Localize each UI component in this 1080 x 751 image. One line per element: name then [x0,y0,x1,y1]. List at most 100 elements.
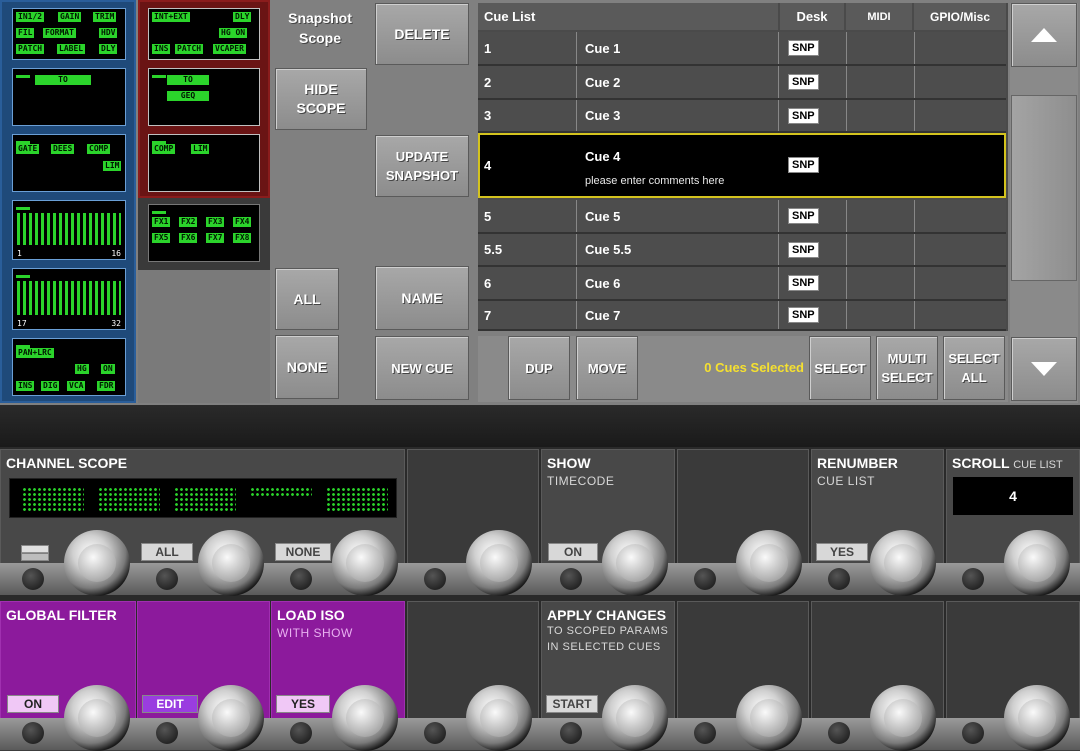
name-button[interactable]: NAME [375,266,469,330]
dynamics-scope[interactable]: GATE DEES COMP LIM [12,134,126,192]
column-divider [846,66,847,98]
fx-scope-column: FX1 FX2 FX3 FX4 FX5 FX6 FX7 FX8 [138,198,270,270]
encoder-knob[interactable] [870,685,936,751]
cue-row[interactable]: 6 Cue 6 SNP [478,267,1006,301]
scope-dots-group [22,487,84,511]
channel-scope-none-button[interactable]: NONE [275,543,331,561]
scroll-up-button[interactable] [1011,3,1077,67]
cue-list-scrollbar[interactable] [1010,3,1078,403]
input-params-scope[interactable]: IN1/2 GAIN TRIM FIL FORMAT HDV PATCH LAB… [12,8,126,60]
encoder-button[interactable] [694,722,716,744]
global-filter-on-button[interactable]: ON [7,695,59,713]
cue-name: Cue 2 [585,74,621,90]
load-iso-encoder[interactable] [332,685,398,751]
channel-scope-encoder[interactable] [64,530,130,596]
channel-scope-none-encoder[interactable] [332,530,398,596]
cue-row[interactable]: 2 Cue 2 SNP [478,66,1006,100]
cue-list-screen: IN1/2 GAIN TRIM FIL FORMAT HDV PATCH LAB… [0,0,1080,405]
dup-button[interactable]: DUP [508,336,570,400]
encoder-button[interactable] [156,722,178,744]
scope-filler [138,270,270,403]
on-label: ON [24,697,42,711]
cue-row-selected[interactable]: 4 Cue 4 please enter comments here SNP [478,133,1006,198]
new-cue-button[interactable]: NEW CUE [375,336,469,400]
encoder-knob[interactable] [1004,685,1070,751]
encoder-button[interactable] [694,568,716,590]
channel-scope-all-button[interactable]: ALL [141,543,193,561]
channels-1-16-scope[interactable]: 1 16 [12,200,126,260]
tag-fil: FIL [16,28,35,38]
scroll-encoder[interactable] [1004,530,1070,596]
multi-select-button[interactable]: MULTI SELECT [876,336,938,400]
renumber-encoder[interactable] [870,530,936,596]
scroll-down-button[interactable] [1011,337,1077,401]
encoder-button[interactable] [22,568,44,590]
cue-row[interactable]: 5 Cue 5 SNP [478,200,1006,234]
encoder-knob[interactable] [466,685,532,751]
encoder-knob[interactable] [736,685,802,751]
encoder-button[interactable] [22,722,44,744]
encoder-knob[interactable] [736,530,802,596]
tag-to: TO [35,75,91,85]
cue-row[interactable]: 3 Cue 3 SNP [478,100,1006,133]
scope-all-button[interactable]: ALL [275,268,339,330]
encoder-button[interactable] [962,722,984,744]
encoder-button[interactable] [828,722,850,744]
global-filter-edit-button[interactable]: EDIT [142,695,198,713]
move-label: MOVE [587,360,627,376]
encoder-button[interactable] [290,568,312,590]
tag-fx3: FX3 [206,217,225,227]
update-snapshot-button[interactable]: UPDATE SNAPSHOT [375,135,469,197]
tag-dees: DEES [51,144,75,154]
channel-scope-all-encoder[interactable] [198,530,264,596]
pan-scope[interactable]: PAN+LRC HG ON INS DIG VCA FDR [12,338,126,396]
encoder-button[interactable] [290,722,312,744]
cue-row[interactable]: 5.5 Cue 5.5 SNP [478,234,1006,267]
delay-scope[interactable]: INT+EXT DLY HG ON INS PATCH VCAPER [148,8,260,60]
show-timecode-encoder[interactable] [602,530,668,596]
comp-lim-scope[interactable]: COMP LIM [148,134,260,192]
cue-row[interactable]: 1 Cue 1 SNP [478,32,1006,66]
apply-changes-encoder[interactable] [602,685,668,751]
lcd-indicator [16,207,30,210]
encoder-button[interactable] [828,568,850,590]
geq-scope[interactable]: TO GEQ [148,68,260,126]
update-snapshot-label: UPDATE SNAPSHOT [385,149,459,183]
fx-scope[interactable]: FX1 FX2 FX3 FX4 FX5 FX6 FX7 FX8 [148,204,260,262]
hide-scope-button[interactable]: HIDE SCOPE [275,68,367,130]
scroll-thumb[interactable] [1011,95,1077,281]
renumber-yes-button[interactable]: YES [816,543,868,561]
cue-row[interactable]: 7 Cue 7 SNP [478,301,1006,331]
global-filter-encoder[interactable] [64,685,130,751]
load-iso-yes-button[interactable]: YES [276,695,330,713]
encoder-button[interactable] [424,722,446,744]
cue-name: Cue 1 [585,40,621,56]
tag-comp: COMP [152,144,176,154]
delete-button[interactable]: DELETE [375,3,469,65]
select-all-button[interactable]: SELECT ALL [943,336,1005,400]
encoder-button[interactable] [560,568,582,590]
to-scope[interactable]: TO [12,68,126,126]
move-button[interactable]: MOVE [576,336,638,400]
scope-none-button[interactable]: NONE [275,335,339,399]
lcd-indicator [16,75,30,78]
global-filter-edit-encoder[interactable] [198,685,264,751]
encoder-button[interactable] [424,568,446,590]
encoder-button[interactable] [962,568,984,590]
apply-changes-start-button[interactable]: START [546,695,598,713]
channels-17-32-scope[interactable]: 17 32 [12,268,126,330]
encoder-button[interactable] [560,722,582,744]
column-divider [778,100,779,131]
snp-badge: SNP [788,108,819,124]
column-divider [576,301,577,329]
channel-bars [17,281,121,315]
column-divider [778,301,779,329]
header-cue-list: Cue List [484,9,536,24]
select-button[interactable]: SELECT [809,336,871,400]
encoder-knob[interactable] [466,530,532,596]
new-cue-label: NEW CUE [391,360,453,376]
show-timecode-on-button[interactable]: ON [548,543,598,561]
scope-indicator-button[interactable] [21,545,49,561]
tag-ins: INS [16,381,35,391]
encoder-button[interactable] [156,568,178,590]
